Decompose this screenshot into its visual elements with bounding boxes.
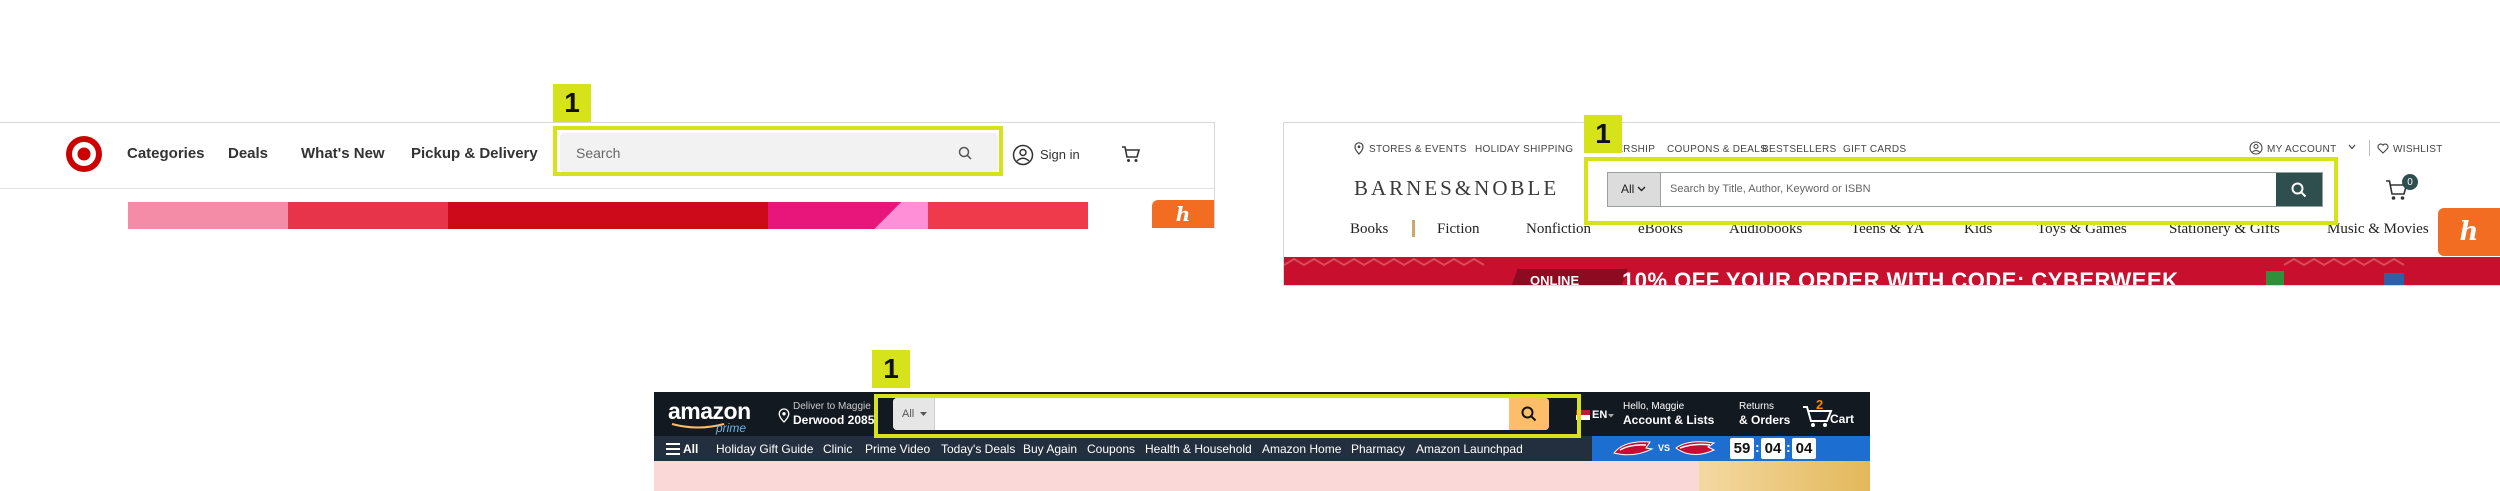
countdown-separator: :	[1755, 439, 1760, 455]
gift-box	[2384, 273, 2404, 285]
nav-amazon-launchpad[interactable]: Amazon Launchpad	[1416, 442, 1523, 456]
cat-fiction[interactable]: Fiction	[1437, 221, 1480, 238]
banner-panel	[448, 202, 768, 229]
deliver-to-location[interactable]: Derwood 2085	[793, 413, 874, 427]
amazon-hero-banner[interactable]	[654, 461, 1870, 491]
category-divider	[1412, 220, 1415, 237]
location-pin-icon	[1354, 142, 1364, 155]
account-lists-link[interactable]: Account & Lists	[1623, 413, 1714, 427]
chevron-down-icon	[2348, 144, 2356, 150]
hero-decoration	[1699, 461, 1870, 491]
promo-label: ONLINE	[1530, 273, 1580, 286]
cart-label[interactable]: Cart	[1830, 412, 1854, 426]
all-menu-button[interactable]: All	[683, 442, 698, 456]
location-pin-icon	[778, 408, 790, 423]
nav-clinic[interactable]: Clinic	[823, 442, 852, 456]
nav-whats-new[interactable]: What's New	[301, 145, 385, 162]
nav-pharmacy[interactable]: Pharmacy	[1351, 442, 1405, 456]
amazon-search-highlight	[874, 394, 1581, 438]
countdown-minutes: 04	[1761, 438, 1785, 459]
nav-pickup-delivery[interactable]: Pickup & Delivery	[411, 145, 538, 162]
account-icon[interactable]	[2249, 141, 2263, 155]
language-selector[interactable]: EN	[1592, 409, 1607, 421]
banner-panel	[768, 202, 928, 229]
nav-buy-again[interactable]: Buy Again	[1023, 442, 1077, 456]
hamburger-menu-icon[interactable]	[666, 443, 680, 455]
patriots-logo-icon	[1675, 441, 1716, 455]
bn-highlight-badge: 1	[1584, 115, 1622, 153]
prime-logo: prime	[716, 421, 747, 435]
bn-search-highlight	[1584, 157, 2338, 225]
chevron-down-icon	[1608, 414, 1614, 418]
util-holiday-shipping[interactable]: HOLIDAY SHIPPING	[1475, 144, 1573, 155]
my-account-link[interactable]: MY ACCOUNT	[2267, 144, 2337, 155]
nav-holiday-gift-guide[interactable]: Holiday Gift Guide	[716, 442, 813, 456]
wishlist-link[interactable]: WISHLIST	[2393, 144, 2443, 155]
honey-extension-icon[interactable]: h	[1152, 200, 1214, 228]
nav-health-household[interactable]: Health & Household	[1145, 442, 1252, 456]
nav-coupons[interactable]: Coupons	[1087, 442, 1135, 456]
honey-extension-icon[interactable]: h	[2438, 208, 2500, 256]
target-logo-icon[interactable]	[65, 135, 103, 173]
nav-deals[interactable]: Deals	[228, 145, 268, 162]
countdown-separator: :	[1786, 439, 1791, 455]
heart-icon[interactable]	[2377, 143, 2389, 154]
gift-box	[2266, 271, 2284, 285]
vs-label: VS	[1658, 443, 1671, 453]
util-bestsellers[interactable]: BESTSELLERS	[1762, 144, 1836, 155]
target-search-highlight	[553, 126, 1003, 176]
target-highlight-badge: 1	[553, 84, 591, 122]
util-stores-events[interactable]: STORES & EVENTS	[1369, 144, 1467, 155]
cat-nonfiction[interactable]: Nonfiction	[1526, 221, 1591, 238]
util-coupons-deals[interactable]: COUPONS & DEALS	[1667, 144, 1767, 155]
account-greeting[interactable]: Hello, Maggie	[1623, 401, 1684, 412]
banner-panel	[928, 202, 1088, 229]
orders-link[interactable]: & Orders	[1739, 413, 1790, 427]
nav-categories[interactable]: Categories	[127, 145, 205, 162]
cat-books[interactable]: Books	[1350, 221, 1388, 238]
amazon-sub-nav: All Holiday Gift Guide Clinic Prime Vide…	[654, 436, 1870, 461]
game-countdown-banner[interactable]: VS 59 : 04 : 04	[1592, 436, 1870, 461]
deliver-to-label[interactable]: Deliver to Maggie	[793, 401, 871, 412]
barnes-noble-logo[interactable]: BARNES&NOBLE	[1354, 176, 1559, 201]
sign-in-link[interactable]: Sign in	[1040, 147, 1080, 162]
cat-music-movies[interactable]: Music & Movies	[2327, 221, 2429, 238]
countdown-seconds: 04	[1792, 438, 1816, 459]
nav-prime-video[interactable]: Prime Video	[865, 442, 930, 456]
target-promo-banner	[128, 202, 1088, 229]
countdown-hours: 59	[1730, 438, 1754, 459]
util-gift-cards[interactable]: GIFT CARDS	[1843, 144, 1906, 155]
banner-panel	[128, 202, 288, 229]
promo-text: 10% OFF YOUR ORDER WITH CODE: CYBERWEEK	[1622, 268, 2179, 286]
cart-count-badge: 2	[1816, 397, 1824, 412]
cart-icon[interactable]	[1121, 145, 1141, 163]
util-divider	[2369, 140, 2370, 156]
bn-promo-banner[interactable]: ONLINE 10% OFF YOUR ORDER WITH CODE: CYB…	[1284, 257, 2500, 286]
nav-amazon-home[interactable]: Amazon Home	[1262, 442, 1341, 456]
cart-count-badge: 0	[2402, 174, 2418, 190]
amazon-highlight-badge: 1	[872, 350, 910, 388]
account-icon[interactable]	[1012, 144, 1034, 166]
bills-logo-icon	[1613, 441, 1654, 456]
banner-panel	[288, 202, 448, 229]
nav-todays-deals[interactable]: Today's Deals	[941, 442, 1015, 456]
returns-label[interactable]: Returns	[1739, 401, 1774, 412]
